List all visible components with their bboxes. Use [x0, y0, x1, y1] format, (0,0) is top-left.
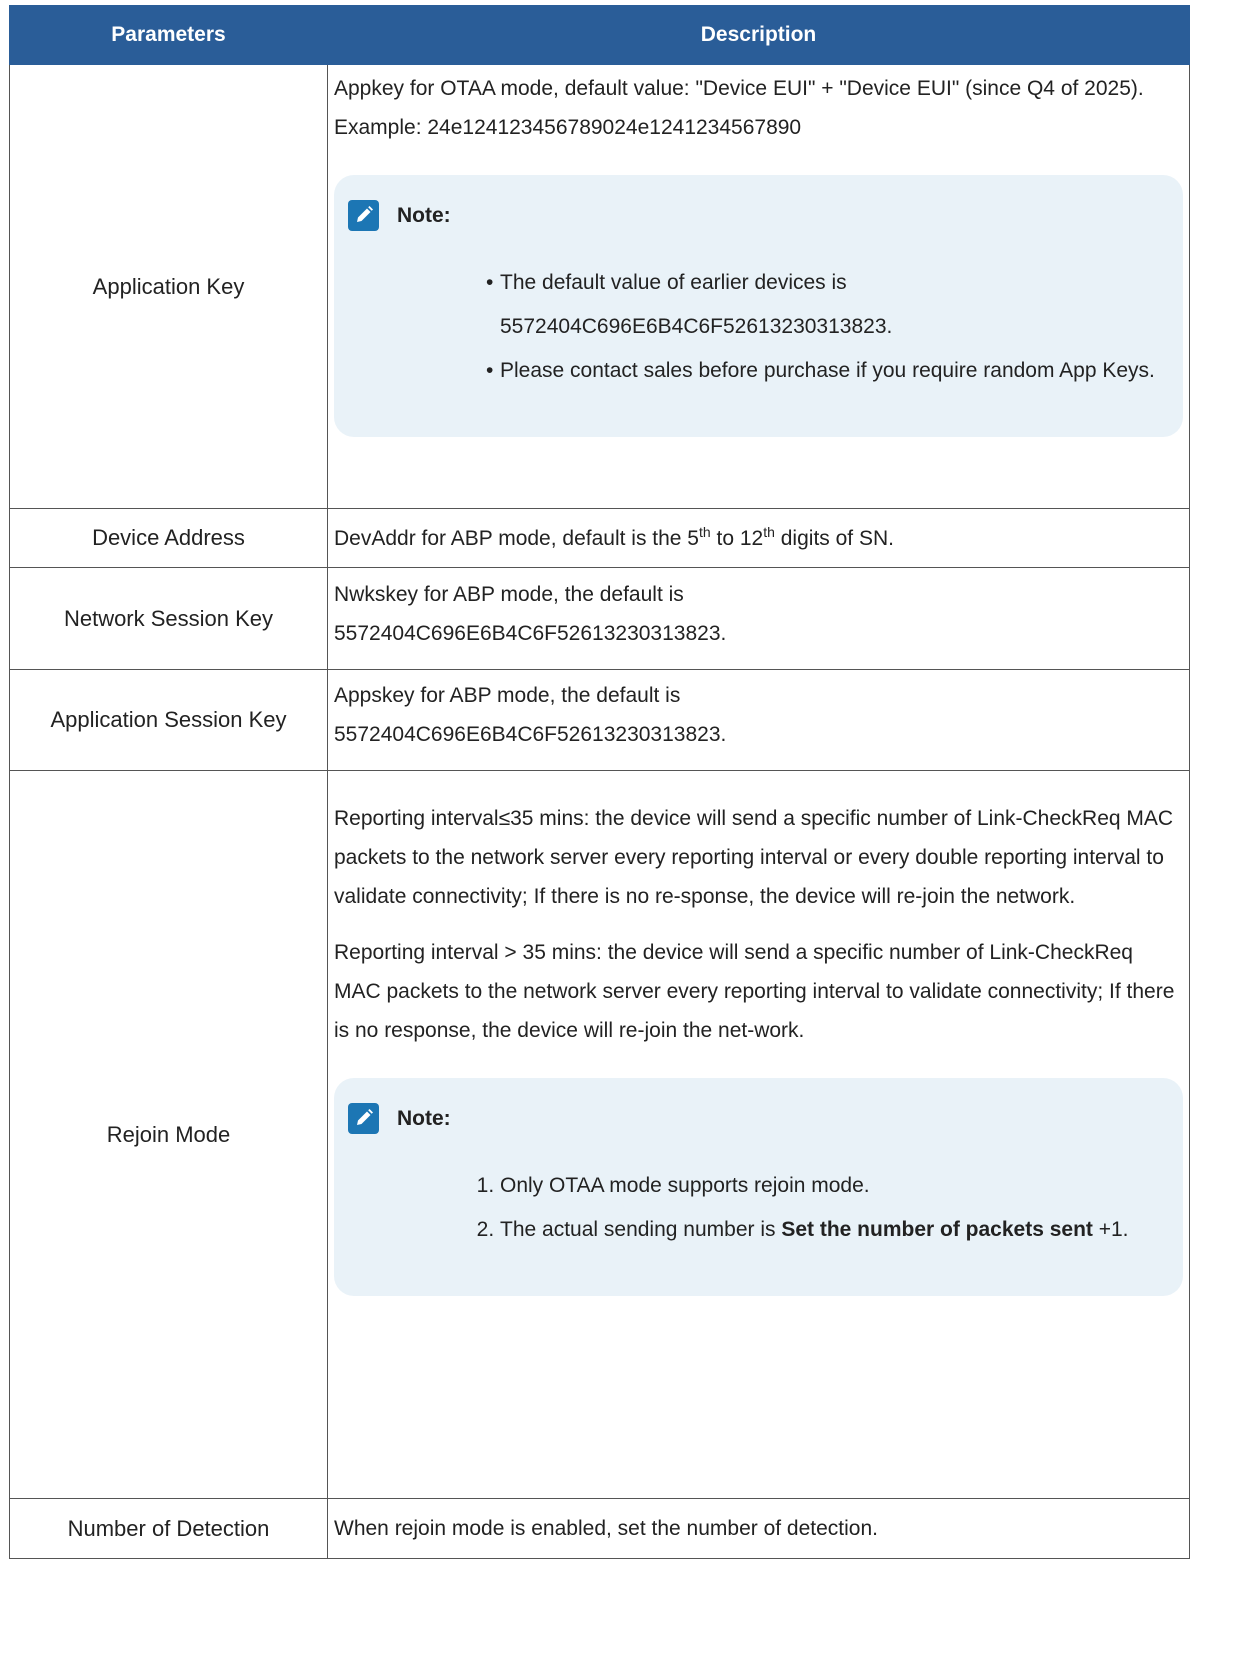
superscript: th	[699, 523, 711, 540]
list-item-bold-text: Set the number of packets sent	[781, 1218, 1093, 1241]
param-name: Application Key	[9, 64, 328, 509]
table-row: Device Address DevAddr for ABP mode, def…	[9, 508, 1190, 568]
table-row: Number of Detection When rejoin mode is …	[9, 1498, 1190, 1559]
param-description: Nwkskey for ABP mode, the default is 557…	[327, 567, 1190, 670]
note-title: Note:	[397, 1106, 451, 1130]
param-name: Application Session Key	[9, 669, 328, 771]
list-item: Only OTAA mode supports rejoin mode.	[500, 1164, 1163, 1208]
description-text: When rejoin mode is enabled, set the num…	[334, 1517, 878, 1540]
table-row: Rejoin Mode Reporting interval≤35 mins: …	[9, 770, 1190, 1499]
superscript: th	[763, 523, 775, 540]
list-item-text: The actual sending number is	[500, 1218, 782, 1241]
note-list: The default value of earlier devices is …	[348, 261, 1163, 393]
table-header-row: Parameters Description	[9, 5, 1190, 65]
header-description: Description	[327, 5, 1190, 65]
description-text: Appkey for OTAA mode, default value: "De…	[334, 77, 1144, 139]
param-description: When rejoin mode is enabled, set the num…	[327, 1498, 1190, 1559]
param-name: Device Address	[9, 508, 328, 568]
header-parameters: Parameters	[9, 5, 328, 65]
table-row: Application Key Appkey for OTAA mode, de…	[9, 64, 1190, 509]
description-text: digits of SN.	[774, 526, 894, 550]
note-box: Note: Only OTAA mode supports rejoin mod…	[334, 1078, 1183, 1296]
description-text: to 12	[710, 526, 764, 550]
param-description: DevAddr for ABP mode, default is the 5th…	[327, 508, 1190, 568]
param-name: Network Session Key	[9, 567, 328, 670]
table-row: Network Session Key Nwkskey for ABP mode…	[9, 567, 1190, 670]
description-text: Reporting interval > 35 mins: the device…	[334, 941, 1175, 1042]
description-text: DevAddr for ABP mode, default is the 5	[334, 526, 699, 550]
param-description: Appkey for OTAA mode, default value: "De…	[327, 64, 1190, 509]
note-box: Note: The default value of earlier devic…	[334, 175, 1183, 437]
list-item: The actual sending number is Set the num…	[500, 1208, 1163, 1252]
note-list: Only OTAA mode supports rejoin mode. The…	[348, 1164, 1163, 1252]
description-text: Appskey for ABP mode, the default is 557…	[334, 684, 727, 746]
param-name: Number of Detection	[9, 1498, 328, 1559]
pencil-note-icon	[348, 199, 379, 231]
list-item: Please contact sales before purchase if …	[486, 349, 1163, 393]
list-item: The default value of earlier devices is …	[486, 261, 1163, 349]
table-row: Application Session Key Appskey for ABP …	[9, 669, 1190, 771]
list-item-text: +1.	[1092, 1218, 1129, 1241]
description-text: Nwkskey for ABP mode, the default is 557…	[334, 582, 727, 645]
param-description: Appskey for ABP mode, the default is 557…	[327, 669, 1190, 771]
description-text: Reporting interval≤35 mins: the device w…	[334, 807, 1174, 908]
param-name: Rejoin Mode	[9, 770, 328, 1499]
note-title: Note:	[397, 203, 451, 227]
pencil-note-icon	[348, 1102, 379, 1134]
param-description: Reporting interval≤35 mins: the device w…	[327, 770, 1190, 1499]
parameters-table: Parameters Description Application Key A…	[9, 5, 1190, 1559]
